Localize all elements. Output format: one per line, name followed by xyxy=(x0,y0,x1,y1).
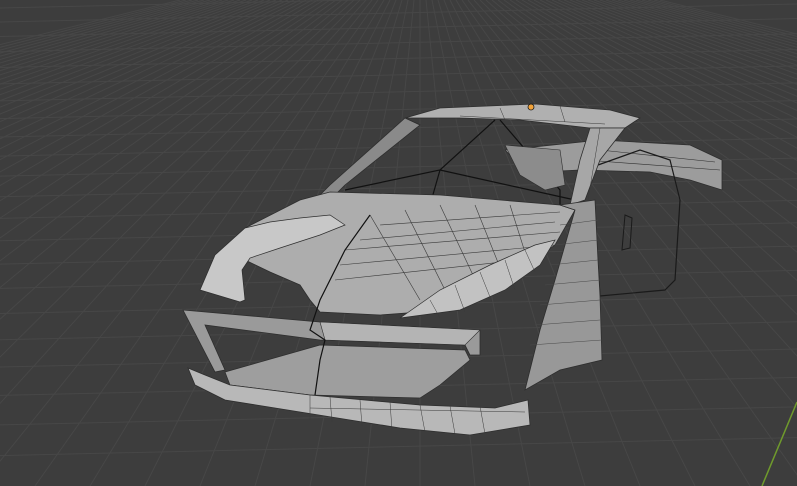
object-origin-point[interactable] xyxy=(527,103,535,111)
3d-viewport[interactable] xyxy=(0,0,797,486)
viewport-canvas[interactable] xyxy=(0,0,797,486)
